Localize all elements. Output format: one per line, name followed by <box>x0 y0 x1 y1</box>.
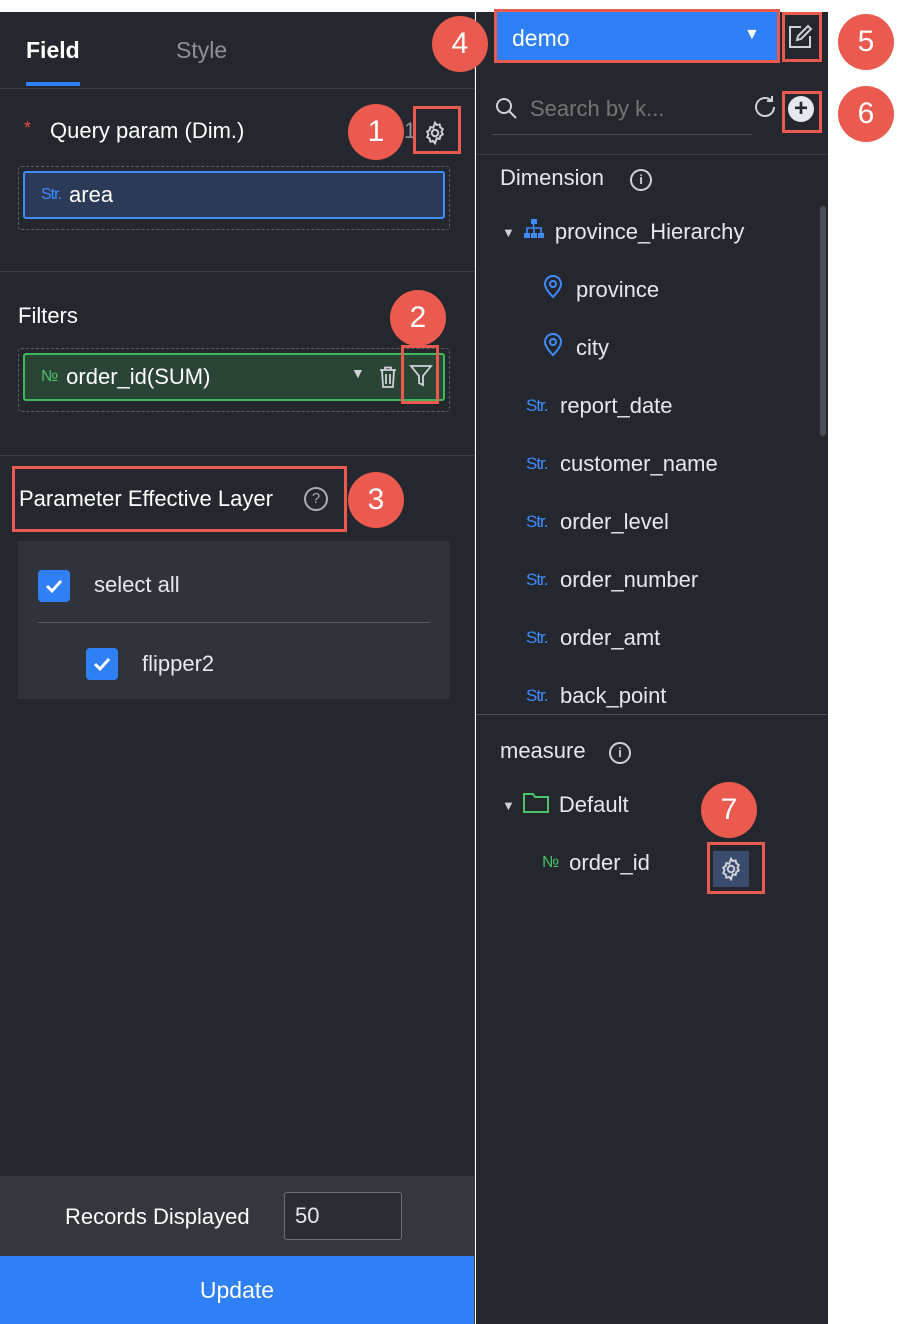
number-type-tag: № <box>41 368 59 385</box>
search-icon <box>494 96 518 120</box>
hierarchy-icon <box>523 218 545 246</box>
highlight-box-7 <box>707 842 765 894</box>
highlight-box-1 <box>413 106 461 154</box>
section-divider <box>0 455 474 456</box>
records-displayed-label: Records Displayed <box>65 1204 250 1229</box>
tab-field[interactable]: Field <box>26 12 80 88</box>
records-displayed-bar: Records Displayed <box>0 1176 474 1256</box>
list-divider <box>38 622 430 623</box>
tree-item-label: customer_name <box>560 451 718 476</box>
tree-item-label: order_number <box>560 567 699 592</box>
refresh-icon[interactable] <box>752 94 778 120</box>
tree-item-order-level[interactable]: Str. order_level <box>526 502 669 542</box>
chevron-down-icon[interactable]: ▼ <box>351 365 365 381</box>
select-all-label[interactable]: select all <box>94 572 180 598</box>
highlight-box-2 <box>401 345 439 404</box>
measure-title: measure <box>500 738 586 763</box>
tree-item-label: back_point <box>560 683 667 708</box>
query-param-field-name: area <box>69 182 114 207</box>
dimension-measure-divider <box>476 714 828 715</box>
active-tab-indicator <box>26 82 80 86</box>
highlight-box-6 <box>782 91 822 133</box>
number-type-tag: № <box>542 854 560 871</box>
update-button[interactable]: Update <box>0 1256 474 1324</box>
highlight-box-3 <box>12 466 347 532</box>
tree-item-province[interactable]: province <box>542 270 659 310</box>
field-config-panel: Field Style * Query param (Dim.) 1 Str. … <box>0 12 475 1324</box>
tree-item-order-amt[interactable]: Str. order_amt <box>526 618 660 658</box>
effective-layer-list: select all flipper2 <box>18 541 450 699</box>
step-badge-1: 1 <box>348 104 404 160</box>
step-badge-3: 3 <box>348 472 404 528</box>
string-type-tag: Str. <box>526 512 549 531</box>
step-badge-4: 4 <box>432 16 488 72</box>
string-type-tag: Str. <box>526 454 549 473</box>
delete-icon[interactable] <box>377 365 399 389</box>
tree-item-label: city <box>576 335 609 360</box>
query-param-title: Query param (Dim.) <box>50 118 245 143</box>
caret-down-icon[interactable]: ▼ <box>502 225 515 240</box>
query-param-drop-zone[interactable]: Str. area <box>18 166 450 230</box>
step-badge-2: 2 <box>390 290 446 346</box>
tree-item-back-point[interactable]: Str. back_point <box>526 676 666 716</box>
scrollbar[interactable] <box>820 206 826 436</box>
tab-style[interactable]: Style <box>176 12 227 88</box>
search-input[interactable] <box>530 90 730 128</box>
records-displayed-input[interactable] <box>284 1192 402 1240</box>
tree-item-label: order_level <box>560 509 669 534</box>
search-underline <box>492 134 752 135</box>
caret-down-icon[interactable]: ▼ <box>502 798 515 813</box>
highlight-box-5 <box>782 12 822 62</box>
layer-item-checkbox[interactable] <box>86 648 118 680</box>
tree-item-label: report_date <box>560 393 673 418</box>
string-type-tag: Str. <box>41 186 62 203</box>
step-badge-6: 6 <box>838 86 894 142</box>
string-type-tag: Str. <box>526 628 549 647</box>
tree-item-report-date[interactable]: Str. report_date <box>526 386 673 426</box>
location-icon <box>542 333 564 363</box>
query-param-field-chip[interactable]: Str. area <box>23 171 445 219</box>
folder-icon <box>522 791 549 819</box>
tree-item-order-number[interactable]: Str. order_number <box>526 560 698 600</box>
query-param-required-mark: * <box>24 118 32 138</box>
highlight-box-4 <box>494 9 780 63</box>
measure-folder[interactable]: ▼ Default <box>502 785 629 825</box>
string-type-tag: Str. <box>526 570 549 589</box>
dimension-title: Dimension <box>500 165 604 190</box>
step-badge-5: 5 <box>838 14 894 70</box>
layer-item-label[interactable]: flipper2 <box>142 651 214 677</box>
tree-item-customer-name[interactable]: Str. customer_name <box>526 444 718 484</box>
tree-item-order-id[interactable]: № order_id <box>542 843 650 883</box>
folder-name: Default <box>558 792 629 817</box>
filters-drop-zone[interactable]: № order_id(SUM) ▼ <box>18 348 450 412</box>
location-icon <box>542 275 564 305</box>
info-icon[interactable]: i <box>630 169 652 191</box>
search-divider <box>476 154 828 155</box>
filter-field-name: order_id(SUM) <box>66 364 211 389</box>
filters-title: Filters <box>18 303 78 328</box>
hierarchy-name: province_Hierarchy <box>554 219 745 244</box>
filter-field-chip[interactable]: № order_id(SUM) ▼ <box>23 353 445 401</box>
dataset-panel: demo ▼ + Dimension i ▼ province_Hierarch… <box>476 12 828 1324</box>
hierarchy-node[interactable]: ▼ province_Hierarchy <box>502 212 744 252</box>
tree-item-label: order_id <box>569 850 650 875</box>
select-all-checkbox[interactable] <box>38 570 70 602</box>
tree-item-city[interactable]: city <box>542 328 609 368</box>
string-type-tag: Str. <box>526 396 549 415</box>
tree-item-label: province <box>576 277 660 302</box>
section-divider <box>0 271 474 272</box>
tree-item-label: order_amt <box>560 625 661 650</box>
string-type-tag: Str. <box>526 686 549 705</box>
tabs-divider <box>0 88 474 89</box>
info-icon[interactable]: i <box>609 742 631 764</box>
step-badge-7: 7 <box>701 782 757 838</box>
